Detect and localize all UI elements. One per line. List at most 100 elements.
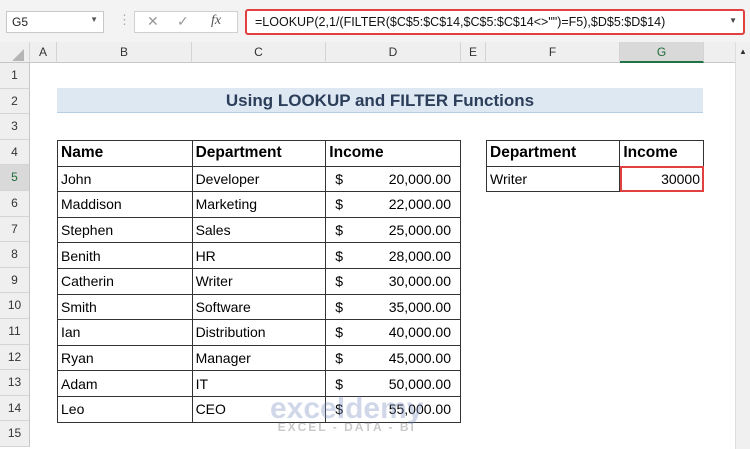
row-header[interactable]: 7 — [0, 216, 30, 243]
column-header[interactable]: D — [326, 42, 461, 63]
column-header[interactable]: E — [461, 42, 486, 63]
select-all-button[interactable] — [0, 42, 30, 63]
department-cell[interactable]: Writer — [191, 267, 327, 295]
table-row: Ian Distribution $40,000.00 — [57, 319, 461, 346]
row-header[interactable]: 13 — [0, 370, 30, 396]
enter-icon[interactable]: ✓ — [177, 13, 189, 30]
row-header[interactable]: 12 — [0, 344, 30, 371]
table-row: Smith Software $35,000.00 — [57, 293, 461, 321]
income-value: 28,000.00 — [388, 247, 451, 264]
name-cell[interactable]: Catherin — [57, 267, 193, 295]
income-value: 40,000.00 — [388, 324, 451, 341]
name-cell[interactable]: Ian — [57, 319, 193, 346]
row-header[interactable]: 6 — [0, 191, 30, 217]
department-cell[interactable]: HR — [191, 242, 327, 269]
name-cell[interactable]: John — [57, 165, 193, 193]
column-header[interactable]: A — [30, 42, 57, 63]
currency-symbol: $ — [335, 170, 344, 187]
income-value: 35,000.00 — [388, 298, 451, 315]
lookup-row: Writer 30000 — [485, 165, 704, 193]
table-row: Benith HR $28,000.00 — [57, 242, 461, 269]
header-department: Department — [191, 140, 327, 167]
income-cell[interactable]: $20,000.00 — [325, 165, 461, 193]
row-header[interactable]: 9 — [0, 267, 30, 294]
row-header[interactable]: 3 — [0, 114, 30, 140]
name-cell[interactable]: Ryan — [57, 344, 193, 372]
header-name: Name — [57, 140, 193, 167]
name-cell[interactable]: Maddison — [57, 191, 193, 218]
chevron-down-icon[interactable]: ▼ — [90, 15, 98, 24]
income-cell[interactable]: $28,000.00 — [325, 242, 461, 269]
scroll-up-icon[interactable]: ▲ — [736, 47, 750, 56]
income-cell[interactable]: $35,000.00 — [325, 293, 461, 321]
row-header[interactable]: 4 — [0, 139, 30, 166]
lookup-income-cell[interactable]: 30000 — [619, 165, 704, 193]
table-row: Ryan Manager $45,000.00 — [57, 344, 461, 372]
currency-symbol: $ — [335, 247, 344, 264]
row-header[interactable]: 1 — [0, 63, 30, 89]
column-header[interactable]: C — [192, 42, 326, 63]
currency-symbol: $ — [335, 222, 344, 239]
name-box[interactable]: G5 ▼ — [6, 11, 104, 33]
income-value: 22,000.00 — [388, 196, 451, 213]
currency-symbol: $ — [335, 298, 344, 315]
currency-symbol: $ — [335, 375, 344, 392]
lookup-header-income: Income — [619, 140, 704, 167]
row-header[interactable]: 14 — [0, 395, 30, 422]
function-icon[interactable]: fx — [211, 13, 221, 29]
column-headers: A B C D E F G — [0, 42, 735, 63]
income-cell[interactable]: $30,000.00 — [325, 267, 461, 295]
sheet-title: Using LOOKUP and FILTER Functions — [57, 88, 703, 113]
table-row: Catherin Writer $30,000.00 — [57, 267, 461, 295]
name-cell[interactable]: Stephen — [57, 216, 193, 244]
income-value: 25,000.00 — [388, 222, 451, 239]
row-header[interactable]: 15 — [0, 421, 30, 447]
cancel-icon[interactable]: ✕ — [147, 13, 159, 30]
exceldemy-watermark: exceldemy EXCEL - DATA - BI — [270, 392, 424, 434]
table-row: Stephen Sales $25,000.00 — [57, 216, 461, 244]
vertical-scrollbar[interactable]: ▲ — [735, 42, 750, 449]
income-value: 45,000.00 — [388, 350, 451, 367]
department-cell[interactable]: Sales — [191, 216, 327, 244]
row-header[interactable]: 11 — [0, 319, 30, 345]
name-cell[interactable]: Benith — [57, 242, 193, 269]
lookup-header-department: Department — [485, 140, 621, 167]
income-cell[interactable]: $22,000.00 — [325, 191, 461, 218]
income-table: Name Department Income John Developer $2… — [57, 140, 461, 423]
lookup-table: Department Income Writer 30000 — [485, 140, 704, 193]
column-header[interactable]: B — [57, 42, 192, 63]
currency-symbol: $ — [335, 350, 344, 367]
income-cell[interactable]: $40,000.00 — [325, 319, 461, 346]
department-cell[interactable]: Distribution — [191, 319, 327, 346]
income-cell[interactable]: $45,000.00 — [325, 344, 461, 372]
column-header[interactable]: F — [486, 42, 620, 63]
income-value: 20,000.00 — [388, 170, 451, 187]
income-value: 50,000.00 — [388, 375, 451, 392]
lookup-department-cell[interactable]: Writer — [485, 165, 621, 193]
name-cell[interactable]: Smith — [57, 293, 193, 321]
table-header-row: Name Department Income — [57, 140, 461, 167]
row-header[interactable]: 2 — [0, 88, 30, 115]
table-row: John Developer $20,000.00 — [57, 165, 461, 193]
formula-controls: ✕ ✓ fx — [134, 11, 238, 33]
header-income: Income — [325, 140, 461, 167]
row-header[interactable]: 5 — [0, 165, 30, 191]
formula-text: =LOOKUP(2,1/(FILTER($C$5:$C$14,$C$5:$C$1… — [255, 15, 666, 29]
currency-symbol: $ — [335, 196, 344, 213]
name-box-value: G5 — [12, 15, 29, 29]
formula-input[interactable]: =LOOKUP(2,1/(FILTER($C$5:$C$14,$C$5:$C$1… — [245, 9, 745, 35]
row-header[interactable]: 8 — [0, 242, 30, 268]
row-header[interactable]: 10 — [0, 293, 30, 319]
table-row: Maddison Marketing $22,000.00 — [57, 191, 461, 218]
income-cell[interactable]: $25,000.00 — [325, 216, 461, 244]
name-cell[interactable]: Leo — [57, 395, 193, 423]
formula-bar-area: G5 ▼ ⋮ ✕ ✓ fx =LOOKUP(2,1/(FILTER($C$5:$C… — [0, 0, 750, 42]
department-cell[interactable]: Marketing — [191, 191, 327, 218]
department-cell[interactable]: Developer — [191, 165, 327, 193]
department-cell[interactable]: Manager — [191, 344, 327, 372]
column-header[interactable]: G — [620, 42, 704, 63]
expand-icon[interactable]: ▼ — [729, 16, 737, 25]
name-cell[interactable]: Adam — [57, 370, 193, 397]
department-cell[interactable]: Software — [191, 293, 327, 321]
lookup-header-row: Department Income — [485, 140, 704, 167]
